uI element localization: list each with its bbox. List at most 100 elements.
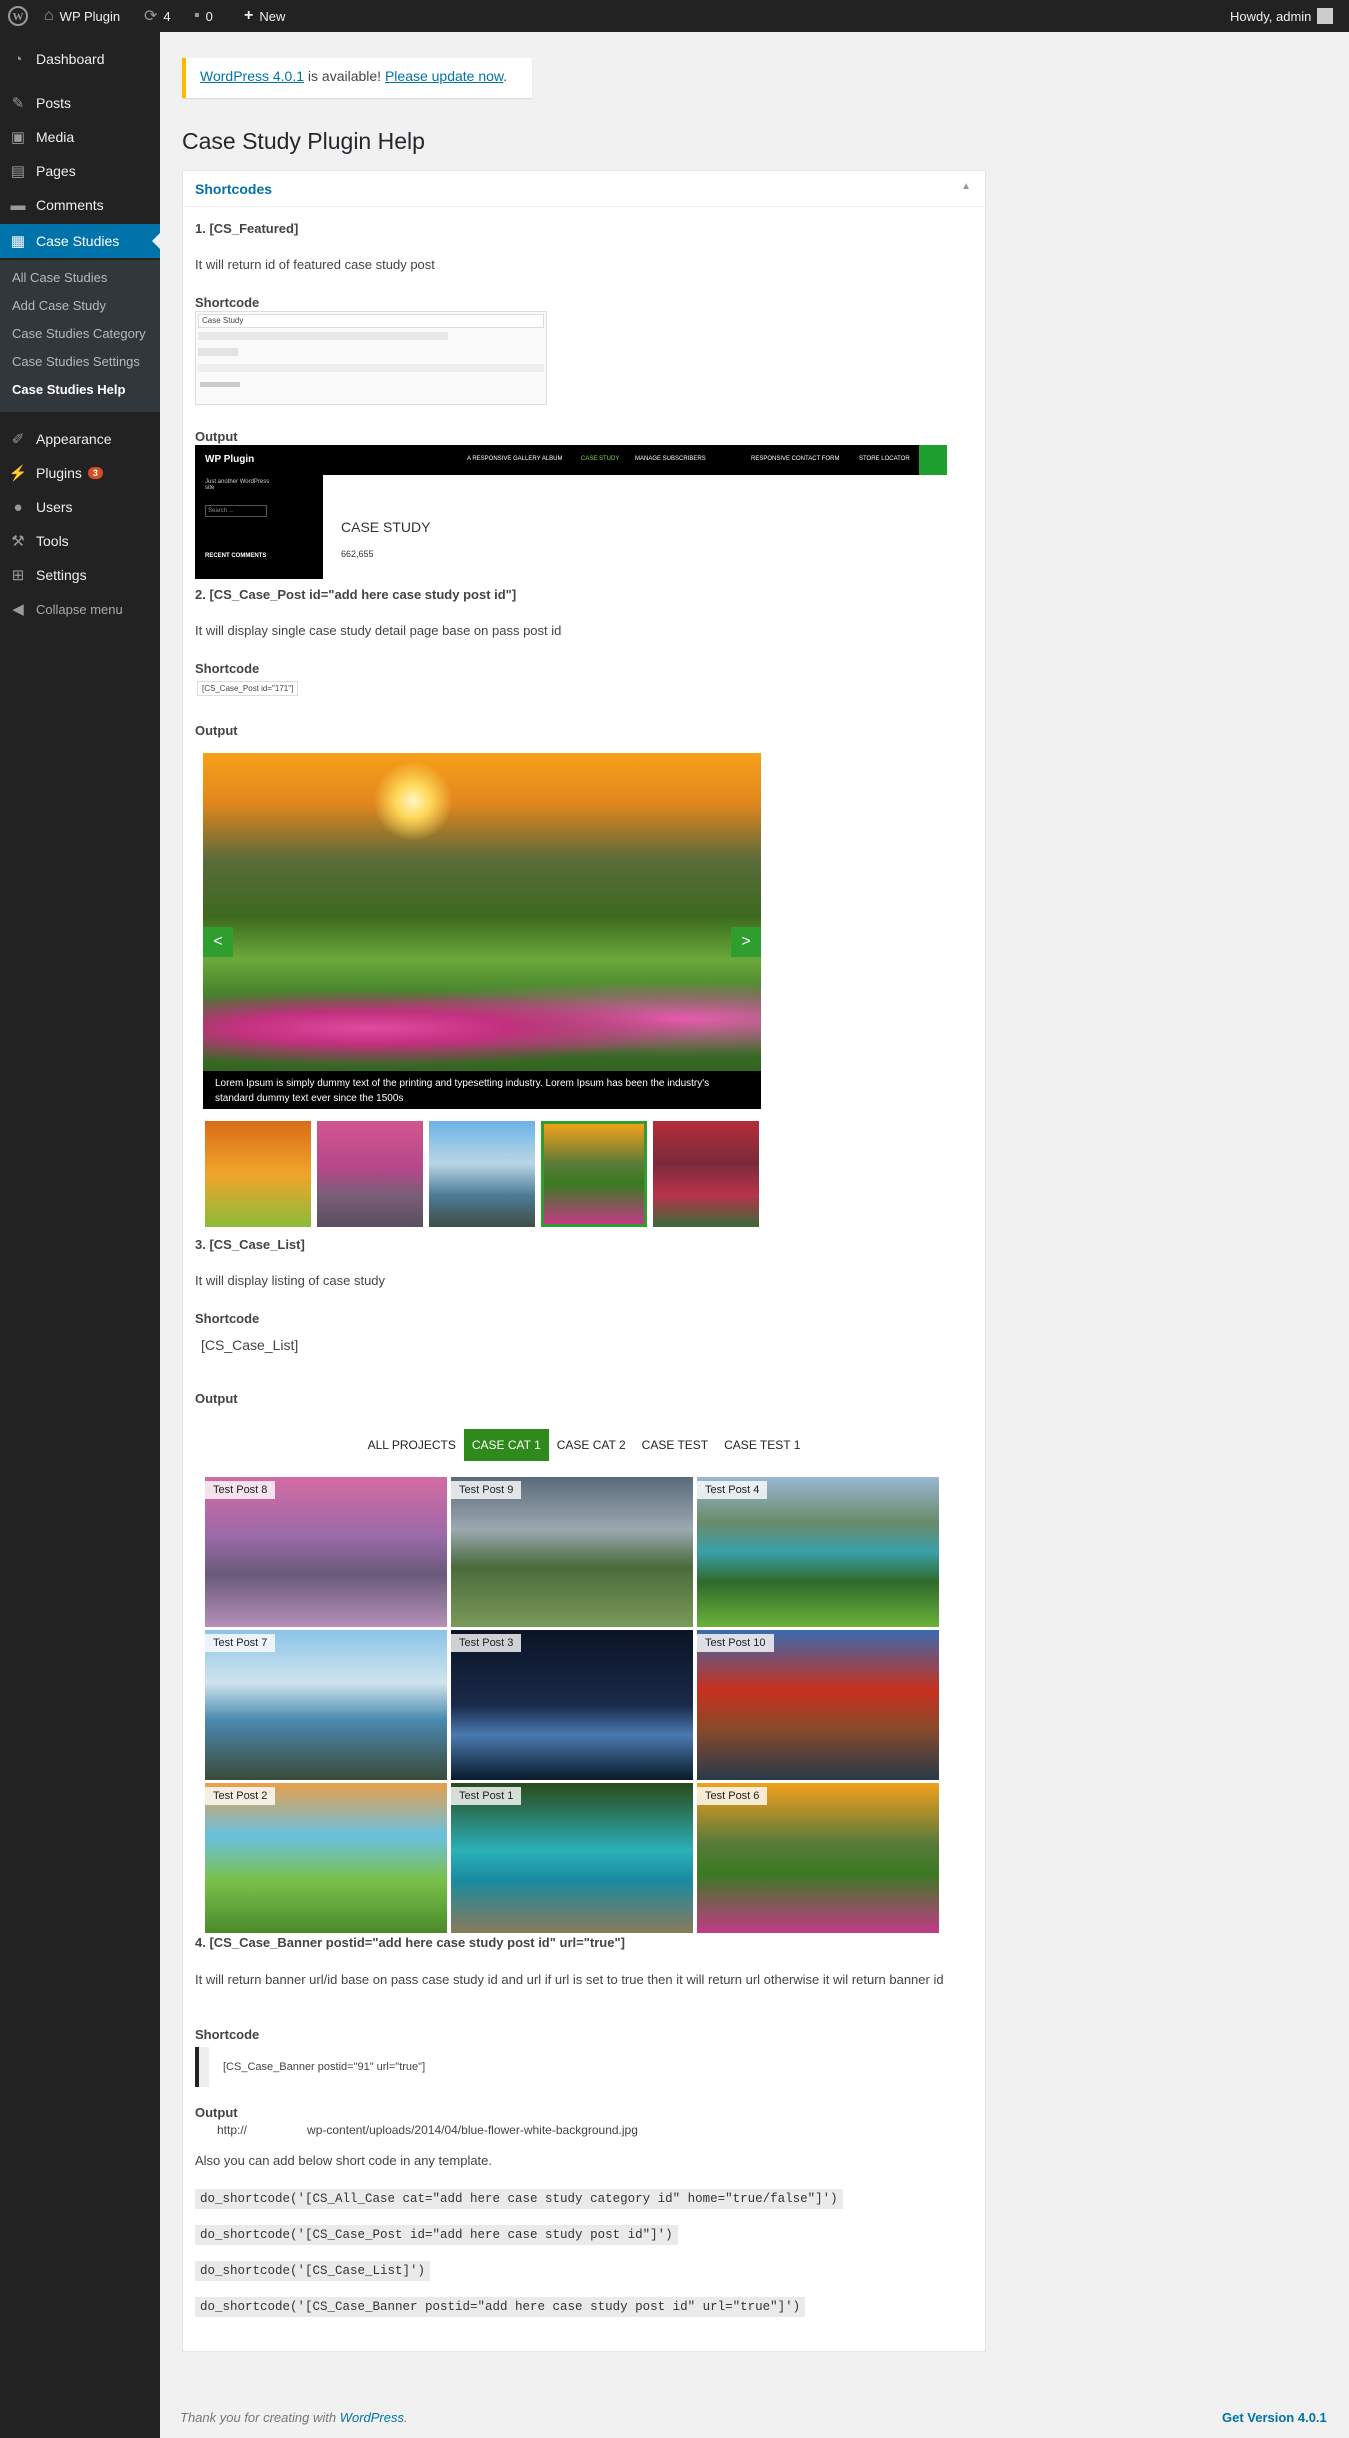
slider-thumb-1[interactable] xyxy=(205,1121,311,1227)
slider-thumb-3[interactable] xyxy=(429,1121,535,1227)
case-item-1[interactable]: Test Post 8 xyxy=(205,1477,447,1627)
media-icon: ▣ xyxy=(10,129,26,146)
dashboard-icon: ◔ xyxy=(13,50,23,68)
slider-prev-button[interactable]: < xyxy=(203,927,233,957)
s2-heading: 2. [CS_Case_Post id="add here case study… xyxy=(195,587,517,602)
menu-plugins[interactable]: ⚡ Plugins 3 xyxy=(0,456,160,490)
collapse-icon: ◀ xyxy=(12,601,24,618)
submenu-case-studies-settings[interactable]: Case Studies Settings xyxy=(12,354,140,369)
case-item-6[interactable]: Test Post 10 xyxy=(697,1630,939,1780)
demo-nav-1: A RESPONSIVE GALLERY ALBUM xyxy=(467,456,563,462)
submenu-all-case-studies[interactable]: All Case Studies xyxy=(12,270,107,285)
admin-sidebar: ◔ Dashboard ✎ Posts ▣ Media ▤ Pages ▬ Comment… xyxy=(0,32,160,2438)
also-text: Also you can add below short code in any… xyxy=(195,2153,493,2168)
case-item-label: Test Post 8 xyxy=(205,1481,276,1499)
collapse-menu[interactable]: ◀ Collapse menu xyxy=(0,592,160,626)
s1-shortcode-label: Shortcode xyxy=(195,295,260,310)
case-item-label: Test Post 4 xyxy=(697,1481,768,1499)
main-content: WordPress 4.0.1 is available! Please upd… xyxy=(160,32,1349,2438)
slider-next-button[interactable]: > xyxy=(731,927,761,957)
new-content-link[interactable]: + New xyxy=(244,0,285,32)
menu-dashboard[interactable]: ◔ Dashboard xyxy=(0,42,160,76)
editor-media-button xyxy=(198,348,238,356)
slider-main-image: < > Lorem Ipsum is simply dummy text of … xyxy=(203,753,761,1109)
snippet-4: do_shortcode('[CS_Case_Banner postid="ad… xyxy=(195,2297,806,2317)
case-item-3[interactable]: Test Post 4 xyxy=(697,1477,939,1627)
snippet-3: do_shortcode('[CS_Case_List]') xyxy=(195,2261,431,2281)
tab-case-cat-1[interactable]: CASE CAT 1 xyxy=(463,1429,549,1461)
get-version-link[interactable]: Get Version 4.0.1 xyxy=(1222,2410,1327,2425)
tab-case-test[interactable]: CASE TEST xyxy=(634,1429,716,1461)
comments-icon: ▬ xyxy=(10,196,26,214)
menu-case-studies[interactable]: ▦ Case Studies xyxy=(0,224,160,258)
comments-link[interactable]: ▪ 0 xyxy=(194,0,213,32)
s1-desc: It will return id of featured case study… xyxy=(195,257,435,272)
slider-thumb-2[interactable] xyxy=(317,1121,423,1227)
editor-toolbar xyxy=(198,364,544,372)
s4-output-label: Output xyxy=(195,2105,238,2120)
footer-thanks: Thank you for creating with WordPress. xyxy=(180,2410,408,2425)
s4-desc: It will return banner url/id base on pas… xyxy=(195,1972,944,1987)
demo-id: 662,655 xyxy=(341,549,374,559)
wrench-icon: ⚒ xyxy=(11,533,25,550)
submenu-case-studies-help[interactable]: Case Studies Help xyxy=(12,382,125,397)
menu-comments[interactable]: ▬ Comments xyxy=(0,188,160,222)
tab-case-test-1[interactable]: CASE TEST 1 xyxy=(716,1429,808,1461)
menu-posts[interactable]: ✎ Posts xyxy=(0,86,160,120)
site-name-link[interactable]: ⌂ WP Plugin xyxy=(44,0,120,32)
wordpress-link[interactable]: WordPress xyxy=(340,2410,404,2425)
slider-thumb-4-active[interactable] xyxy=(541,1121,647,1227)
plugins-update-badge: 3 xyxy=(87,467,103,479)
shortcodes-postbox: Shortcodes ▲ 1. [CS_Featured] It will ret… xyxy=(182,170,986,2352)
case-item-label: Test Post 6 xyxy=(697,1787,768,1805)
postbox-header[interactable]: Shortcodes ▲ xyxy=(183,171,985,207)
demo-nav-3: MANAGE SUBSCRIBERS xyxy=(635,456,706,462)
demo-tagline: Just another WordPress site xyxy=(205,479,270,491)
s3-shortcode-text: [CS_Case_List] xyxy=(201,1337,299,1353)
menu-users[interactable]: ● Users xyxy=(0,490,160,524)
case-item-2[interactable]: Test Post 9 xyxy=(451,1477,693,1627)
case-item-7[interactable]: Test Post 2 xyxy=(205,1783,447,1933)
s3-shortcode-label: Shortcode xyxy=(195,1311,260,1326)
avatar xyxy=(1317,8,1334,24)
toggle-arrow-icon[interactable]: ▲ xyxy=(961,181,971,192)
demo-nav-5: STORE LOCATOR xyxy=(859,456,910,462)
case-item-label: Test Post 9 xyxy=(451,1481,522,1499)
demo-search: Search ... xyxy=(205,505,267,517)
s1-output-label: Output xyxy=(195,429,238,444)
submenu-case-studies-category[interactable]: Case Studies Category xyxy=(12,326,146,341)
updates-link[interactable]: ⟳ 4 xyxy=(144,0,171,32)
case-item-5[interactable]: Test Post 3 xyxy=(451,1630,693,1780)
menu-pages[interactable]: ▤ Pages xyxy=(0,154,160,188)
update-now-link[interactable]: Please update now xyxy=(385,68,503,84)
demo-site-title: WP Plugin xyxy=(205,454,255,465)
demo-heading: CASE STUDY xyxy=(341,519,431,535)
submenu-add-case-study[interactable]: Add Case Study xyxy=(12,298,106,313)
s2-shortcode-label: Shortcode xyxy=(195,661,260,676)
menu-appearance[interactable]: ✐ Appearance xyxy=(0,422,160,456)
tab-all-projects[interactable]: ALL PROJECTS xyxy=(360,1429,464,1461)
wordpress-version-link[interactable]: WordPress 4.0.1 xyxy=(200,68,304,84)
case-item-9[interactable]: Test Post 6 xyxy=(697,1783,939,1933)
s4-output-text: http:// wp-content/uploads/2014/04/blue-… xyxy=(217,2123,638,2137)
menu-tools[interactable]: ⚒ Tools xyxy=(0,524,160,558)
demo-search-icon xyxy=(919,445,947,475)
home-icon: ⌂ xyxy=(44,7,54,24)
case-item-label: Test Post 7 xyxy=(205,1634,276,1652)
s4-shortcode-label: Shortcode xyxy=(195,2027,260,2042)
s2-output-label: Output xyxy=(195,723,238,738)
svg-text:W: W xyxy=(13,11,24,23)
pin-icon: ✎ xyxy=(11,95,25,112)
my-account-link[interactable]: Howdy, admin xyxy=(1230,0,1334,32)
menu-media[interactable]: ▣ Media xyxy=(0,120,160,154)
slider-thumb-5[interactable] xyxy=(653,1121,759,1227)
case-item-4[interactable]: Test Post 7 xyxy=(205,1630,447,1780)
settings-icon: ⊞ xyxy=(11,567,25,584)
tab-case-cat-2[interactable]: CASE CAT 2 xyxy=(549,1429,634,1461)
case-item-8[interactable]: Test Post 1 xyxy=(451,1783,693,1933)
editor-content xyxy=(200,382,240,387)
demo-nav-4: RESPONSIVE CONTACT FORM xyxy=(751,456,840,462)
wordpress-logo-icon[interactable]: W xyxy=(8,0,28,32)
menu-settings[interactable]: ⊞ Settings xyxy=(0,558,160,592)
user-icon: ● xyxy=(13,498,23,516)
